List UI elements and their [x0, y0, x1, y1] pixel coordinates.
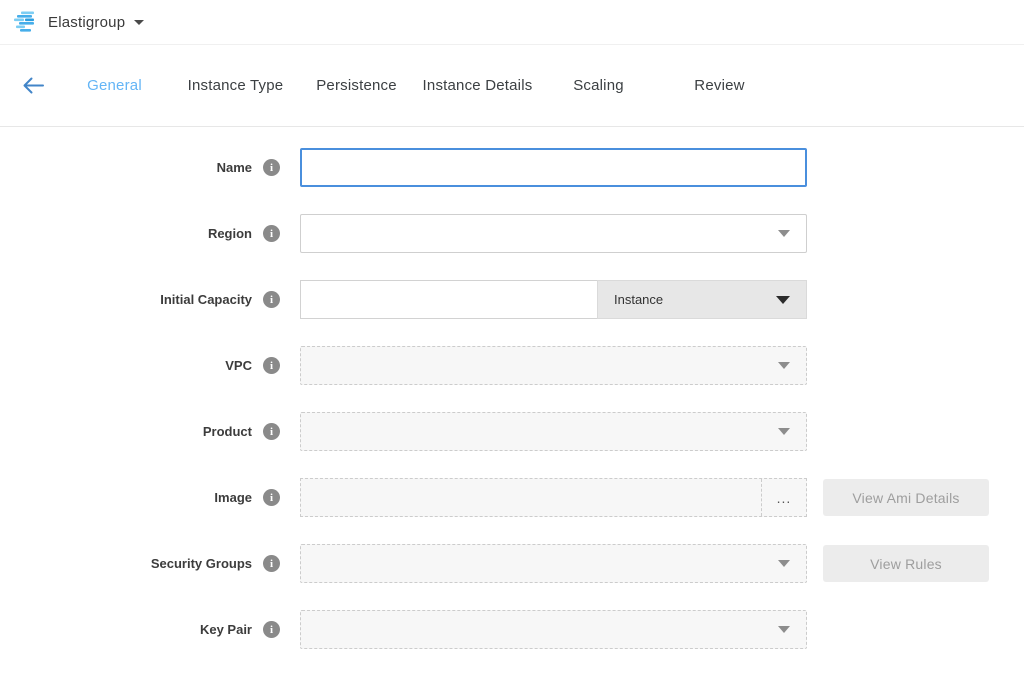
- tab-review[interactable]: Review: [659, 77, 780, 94]
- security-groups-label: Security Groups: [151, 556, 252, 571]
- form-row-product: Product i: [0, 412, 1024, 451]
- image-label: Image: [214, 490, 252, 505]
- product-select[interactable]: [300, 412, 807, 451]
- view-ami-details-button[interactable]: View Ami Details: [823, 479, 989, 516]
- dropdown-caret-icon: [778, 428, 790, 435]
- key-pair-label: Key Pair: [200, 622, 252, 637]
- security-groups-select[interactable]: [300, 544, 807, 583]
- name-label: Name: [217, 160, 252, 175]
- tab-instance-type[interactable]: Instance Type: [175, 77, 296, 94]
- form-row-image: Image i ... View Ami Details: [0, 478, 1024, 517]
- form-row-vpc: VPC i: [0, 346, 1024, 385]
- vpc-select[interactable]: [300, 346, 807, 385]
- form-row-region: Region i: [0, 214, 1024, 253]
- name-input[interactable]: [300, 148, 807, 187]
- back-button[interactable]: [20, 73, 46, 99]
- info-icon[interactable]: i: [263, 357, 280, 374]
- dropdown-caret-icon: [778, 230, 790, 237]
- dropdown-caret-icon: [778, 626, 790, 633]
- app-switcher-label[interactable]: Elastigroup: [48, 14, 125, 31]
- tab-general[interactable]: General: [54, 77, 175, 94]
- form-row-name: Name i: [0, 148, 1024, 187]
- vpc-label: VPC: [225, 358, 252, 373]
- key-pair-select[interactable]: [300, 610, 807, 649]
- info-icon[interactable]: i: [263, 225, 280, 242]
- form-row-security-groups: Security Groups i View Rules: [0, 544, 1024, 583]
- image-browse-button[interactable]: ...: [761, 479, 806, 516]
- info-icon[interactable]: i: [263, 555, 280, 572]
- region-label: Region: [208, 226, 252, 241]
- view-rules-button[interactable]: View Rules: [823, 545, 989, 582]
- info-icon[interactable]: i: [263, 423, 280, 440]
- dropdown-caret-icon: [776, 296, 790, 304]
- capacity-unit-value: Instance: [614, 292, 663, 307]
- tab-persistence[interactable]: Persistence: [296, 77, 417, 94]
- general-settings-form: Name i Region i Initial Capacity i: [0, 127, 1024, 649]
- info-icon[interactable]: i: [263, 489, 280, 506]
- info-icon[interactable]: i: [263, 291, 280, 308]
- top-bar: Elastigroup: [0, 0, 1024, 45]
- dropdown-caret-icon: [778, 362, 790, 369]
- back-arrow-icon: [22, 77, 44, 94]
- info-icon[interactable]: i: [263, 159, 280, 176]
- product-label: Product: [203, 424, 252, 439]
- tab-scaling[interactable]: Scaling: [538, 77, 659, 94]
- form-row-initial-capacity: Initial Capacity i Instance: [0, 280, 1024, 319]
- tab-instance-details[interactable]: Instance Details: [417, 77, 538, 94]
- wizard-tab-bar: General Instance Type Persistence Instan…: [0, 45, 1024, 127]
- info-icon[interactable]: i: [263, 621, 280, 638]
- form-row-key-pair: Key Pair i: [0, 610, 1024, 649]
- initial-capacity-label: Initial Capacity: [160, 292, 252, 307]
- elastigroup-logo-icon: [14, 11, 38, 33]
- image-input[interactable]: ...: [300, 478, 807, 517]
- chevron-down-icon[interactable]: [134, 20, 144, 25]
- initial-capacity-input[interactable]: [300, 280, 597, 319]
- tabs: General Instance Type Persistence Instan…: [54, 77, 780, 94]
- region-select[interactable]: [300, 214, 807, 253]
- capacity-unit-select[interactable]: Instance: [597, 280, 807, 319]
- dropdown-caret-icon: [778, 560, 790, 567]
